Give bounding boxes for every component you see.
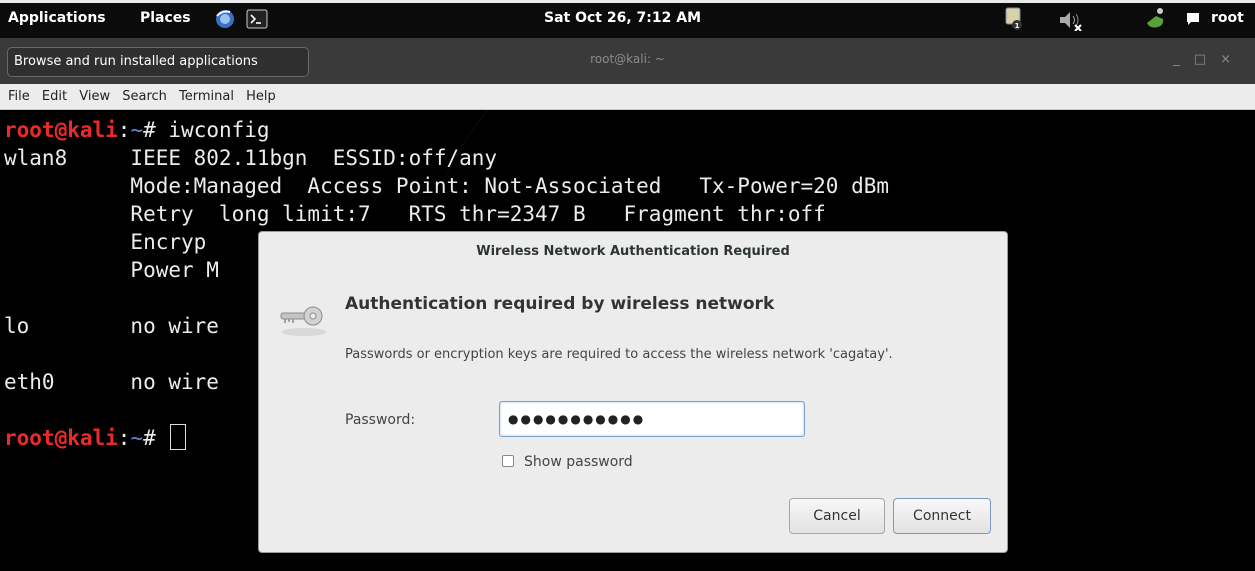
output-line: Mode:Managed Access Point: Not-Associate…: [4, 174, 890, 198]
window-controls: _□×: [1173, 52, 1245, 67]
maximize-icon[interactable]: □: [1194, 52, 1220, 67]
user-menu[interactable]: root: [1211, 9, 1244, 27]
output-line: eth0 no wire: [4, 370, 219, 394]
prompt-path: ~: [130, 426, 144, 450]
applications-menu[interactable]: Applications: [8, 9, 106, 27]
terminal-menubar: File Edit View Search Terminal Help: [0, 84, 1255, 110]
terminal-cursor: [170, 424, 187, 450]
menu-terminal[interactable]: Terminal: [175, 84, 238, 104]
prompt-line: root@kali:~# iwconfig: [4, 118, 270, 142]
prompt-user: root@kali: [4, 118, 118, 142]
output-line: wlan8 IEEE 802.11bgn ESSID:off/any: [4, 146, 498, 170]
output-line: lo no wire: [4, 314, 219, 338]
connect-button[interactable]: Connect: [893, 498, 991, 534]
panel-top-border: [0, 0, 1255, 3]
clock[interactable]: Sat Oct 26, 7:12 AM: [544, 9, 701, 27]
key-icon: [279, 302, 329, 342]
iceweasel-browser-icon[interactable]: [214, 8, 236, 34]
places-menu[interactable]: Places: [140, 9, 191, 27]
minimize-icon[interactable]: _: [1173, 52, 1194, 67]
power-plug-icon[interactable]: [1144, 7, 1166, 35]
dialog-heading: Authentication required by wireless netw…: [345, 294, 775, 314]
output-line: Encryp: [4, 230, 207, 254]
prompt-hash: #: [143, 426, 169, 450]
cancel-button[interactable]: Cancel: [789, 498, 885, 534]
chat-bubble-icon[interactable]: [1186, 12, 1200, 30]
applications-tooltip: Browse and run installed applications: [7, 47, 309, 77]
wireless-auth-dialog: Wireless Network Authentication Required…: [258, 231, 1008, 553]
prompt-line: root@kali:~#: [4, 424, 187, 450]
menu-search[interactable]: Search: [118, 84, 171, 104]
prompt-path: ~: [130, 118, 144, 142]
prompt-separator: :: [117, 118, 131, 142]
password-label: Password:: [345, 412, 416, 428]
show-password-toggle[interactable]: Show password: [502, 454, 633, 470]
top-panel: Applications Places Sat Oct 26, 7:12 AM …: [0, 0, 1255, 38]
menu-view[interactable]: View: [75, 84, 114, 104]
prompt-hash: #: [143, 118, 169, 142]
show-password-checkbox[interactable]: [502, 455, 514, 467]
menu-file[interactable]: File: [0, 84, 34, 104]
network-manager-icon[interactable]: 1: [1003, 6, 1025, 36]
svg-text:1: 1: [1015, 22, 1020, 30]
password-field[interactable]: ●●●●●●●●●●●: [499, 401, 805, 437]
prompt-user: root@kali: [4, 426, 118, 450]
terminal-launcher-icon[interactable]: [246, 9, 268, 33]
close-icon[interactable]: ×: [1220, 52, 1245, 67]
output-line: Retry long limit:7 RTS thr=2347 B Fragme…: [4, 202, 826, 226]
menu-edit[interactable]: Edit: [38, 84, 71, 104]
show-password-label: Show password: [524, 454, 633, 470]
command-text: iwconfig: [168, 118, 270, 142]
volume-muted-icon[interactable]: [1058, 9, 1084, 35]
prompt-separator: :: [117, 426, 131, 450]
output-line: Power M: [4, 258, 219, 282]
menu-help[interactable]: Help: [242, 84, 280, 104]
dialog-title: Wireless Network Authentication Required: [476, 244, 790, 259]
dialog-description: Passwords or encryption keys are require…: [345, 347, 893, 362]
